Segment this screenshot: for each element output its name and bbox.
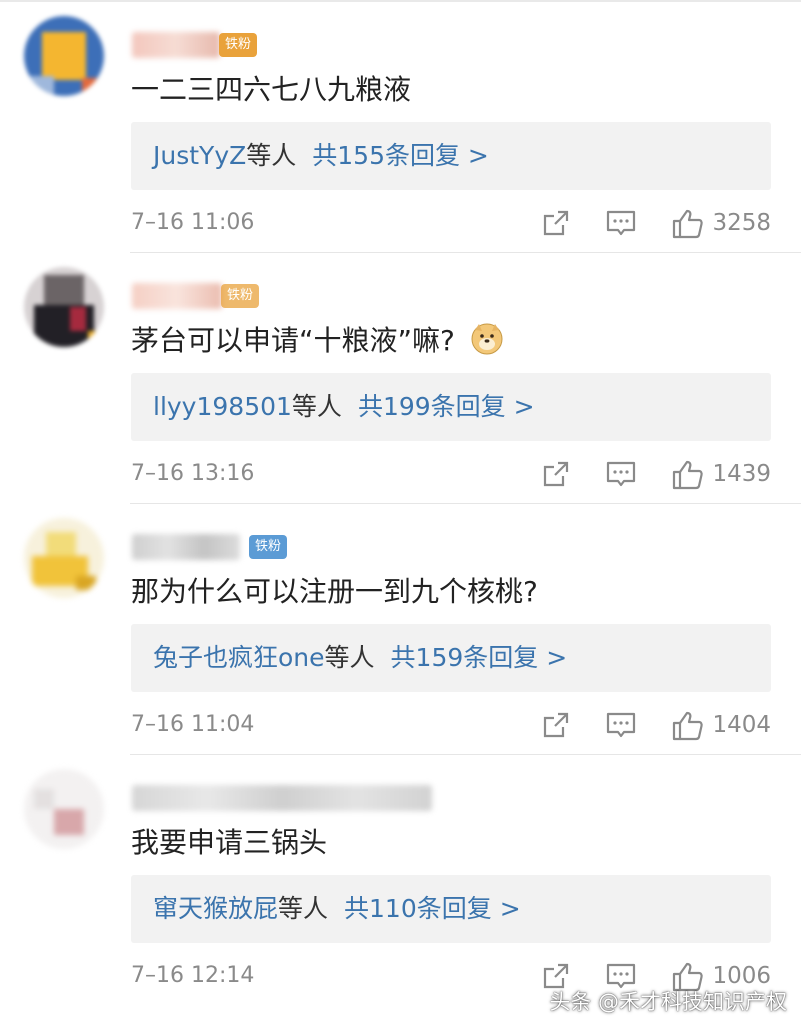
share-icon[interactable] [541, 459, 571, 493]
reply-summary[interactable]: 兔子也疯狂one等人 共159条回复 > [131, 624, 771, 692]
reply-suffix: 等人 [291, 392, 342, 421]
username-blurred[interactable] [132, 785, 432, 811]
reply-total-link[interactable]: 共199条回复 > [358, 392, 535, 421]
timestamp: 7–16 11:04 [131, 712, 255, 737]
comment-icon[interactable] [605, 459, 637, 493]
like-count: 1439 [712, 461, 771, 487]
watermark: 头条 @禾才科技知识产权 [549, 990, 787, 1014]
comment-item: 铁粉 一二三四六七八九粮液 JustYyZ等人 共155条回复 > 7–16 11… [0, 2, 801, 253]
comment-text-body: 茅台可以申请“十粮液”嘛? [131, 324, 455, 357]
username-blurred[interactable] [132, 534, 240, 560]
iron-fan-badge: 铁粉 [249, 535, 288, 559]
reply-total-link[interactable]: 共110条回复 > [344, 894, 521, 923]
badge-label: 铁粉 [225, 37, 252, 52]
comment-icon[interactable] [605, 208, 637, 242]
reply-users[interactable]: 窜天猴放屁 [153, 894, 278, 923]
comment-meta: 7–16 11:04 1404 [131, 708, 771, 744]
like-count: 1404 [712, 712, 771, 738]
badge-label: 铁粉 [227, 288, 254, 303]
reply-suffix: 等人 [324, 643, 375, 672]
comment-text: 我要申请三锅头 [131, 826, 328, 859]
avatar[interactable] [24, 267, 104, 347]
reply-total-link[interactable]: 共159条回复 > [391, 643, 568, 672]
timestamp: 7–16 11:06 [131, 210, 255, 235]
avatar[interactable] [24, 769, 104, 849]
avatar[interactable] [24, 16, 104, 96]
timestamp: 7–16 13:16 [131, 461, 255, 486]
reply-suffix: 等人 [246, 141, 297, 170]
thumbs-up-icon[interactable] [671, 459, 705, 495]
badge-label: 铁粉 [255, 539, 282, 554]
comment-item: 我要申请三锅头 窜天猴放屁等人 共110条回复 > 7–16 12:14 1006 [0, 755, 801, 1006]
comment-meta: 7–16 13:16 1439 [131, 457, 771, 493]
iron-fan-badge: 铁粉 [221, 284, 260, 308]
thumbs-up-icon[interactable] [671, 208, 705, 244]
reply-users[interactable]: 兔子也疯狂one [153, 643, 325, 672]
comment-item: 铁粉 茅台可以申请“十粮液”嘛? llyy198501等人 共199条回复 > 7… [0, 253, 801, 504]
reply-summary[interactable]: llyy198501等人 共199条回复 > [131, 373, 771, 441]
thumbs-up-icon[interactable] [671, 710, 705, 746]
share-icon[interactable] [541, 208, 571, 242]
comment-icon[interactable] [605, 710, 637, 744]
avatar[interactable] [24, 518, 104, 598]
reply-summary[interactable]: JustYyZ等人 共155条回复 > [131, 122, 771, 190]
username-blurred[interactable] [132, 32, 220, 58]
reply-summary[interactable]: 窜天猴放屁等人 共110条回复 > [131, 875, 771, 943]
comment-text: 茅台可以申请“十粮液”嘛? [131, 321, 504, 361]
share-icon[interactable] [541, 710, 571, 744]
like-count: 3258 [712, 210, 771, 236]
reply-users[interactable]: JustYyZ [153, 141, 246, 170]
comment-meta: 7–16 11:06 3258 [131, 206, 771, 242]
username-blurred[interactable] [132, 283, 222, 309]
comment-item: 铁粉 那为什么可以注册一到九个核桃? 兔子也疯狂one等人 共159条回复 > 7… [0, 504, 801, 755]
doge-emoji [470, 322, 504, 356]
reply-suffix: 等人 [278, 894, 329, 923]
comment-text: 一二三四六七八九粮液 [131, 73, 412, 106]
iron-fan-badge: 铁粉 [219, 33, 258, 57]
reply-users[interactable]: llyy198501 [153, 392, 292, 421]
reply-total-link[interactable]: 共155条回复 > [312, 141, 489, 170]
timestamp: 7–16 12:14 [131, 963, 255, 988]
comment-text: 那为什么可以注册一到九个核桃? [131, 575, 538, 608]
